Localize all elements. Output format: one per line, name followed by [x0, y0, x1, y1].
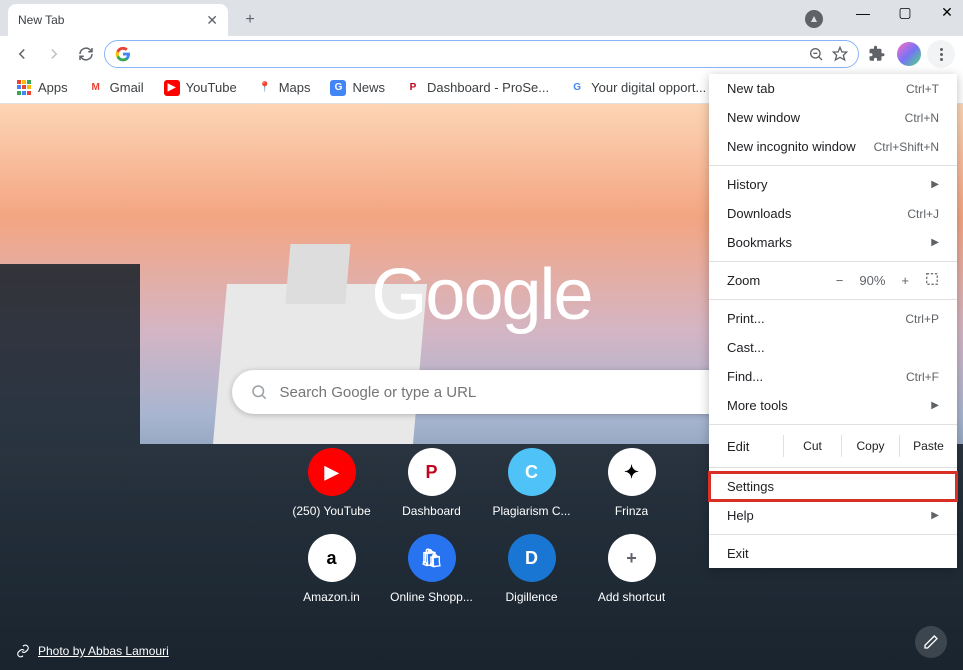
- zoom-in-button[interactable]: +: [901, 273, 909, 288]
- extensions-icon[interactable]: [863, 40, 891, 68]
- shortcut-flipkart[interactable]: 🛍Online Shopp...: [384, 530, 480, 608]
- chevron-right-icon: ▶: [931, 179, 939, 190]
- menu-history[interactable]: History▶: [709, 170, 957, 199]
- shortcut-add[interactable]: +Add shortcut: [584, 530, 680, 608]
- shortcut-plagiarism[interactable]: CPlagiarism C...: [484, 444, 580, 522]
- shortcut-amazon[interactable]: aAmazon.in: [284, 530, 380, 608]
- bookmark-digital[interactable]: GYour digital opport...: [561, 76, 714, 100]
- bookmark-news[interactable]: GNews: [322, 76, 393, 100]
- amazon-shortcut-icon: a: [308, 534, 356, 582]
- minimize-button[interactable]: —: [851, 5, 875, 21]
- google-icon: G: [569, 80, 585, 96]
- bookmark-dashboard[interactable]: PDashboard - ProSe...: [397, 76, 557, 100]
- bookmark-maps[interactable]: 📍Maps: [249, 76, 319, 100]
- apps-label: Apps: [38, 80, 68, 95]
- google-g-icon: [115, 46, 131, 62]
- add-shortcut-icon: +: [608, 534, 656, 582]
- ntp-search-input[interactable]: [280, 384, 714, 401]
- chrome-menu: New tabCtrl+T New windowCtrl+N New incog…: [709, 74, 957, 568]
- gmail-icon: M: [88, 80, 104, 96]
- ntp-shortcuts: ▶(250) YouTube PDashboard CPlagiarism C.…: [284, 444, 680, 608]
- menu-more-tools[interactable]: More tools▶: [709, 391, 957, 420]
- flipkart-shortcut-icon: 🛍: [408, 534, 456, 582]
- back-button[interactable]: [8, 40, 36, 68]
- shortcut-dashboard[interactable]: PDashboard: [384, 444, 480, 522]
- omnibox-input[interactable]: [139, 46, 800, 62]
- apps-button[interactable]: Apps: [8, 76, 76, 100]
- chevron-right-icon: ▶: [931, 510, 939, 521]
- pencil-icon: [923, 634, 939, 650]
- browser-tab[interactable]: New Tab ✕: [8, 4, 228, 36]
- shortcut-frinza[interactable]: ✦Frinza: [584, 444, 680, 522]
- menu-exit[interactable]: Exit: [709, 539, 957, 568]
- plagiarism-shortcut-icon: C: [508, 448, 556, 496]
- new-tab-button[interactable]: +: [236, 6, 264, 34]
- menu-zoom: Zoom − 90% +: [709, 266, 957, 295]
- shortcut-youtube[interactable]: ▶(250) YouTube: [284, 444, 380, 522]
- chrome-menu-button[interactable]: [927, 40, 955, 68]
- bookmark-star-icon[interactable]: [832, 46, 848, 62]
- frinza-shortcut-icon: ✦: [608, 448, 656, 496]
- menu-downloads[interactable]: DownloadsCtrl+J: [709, 199, 957, 228]
- profile-indicator-icon[interactable]: [805, 10, 823, 28]
- menu-edit-row: Edit Cut Copy Paste: [709, 429, 957, 463]
- menu-copy[interactable]: Copy: [841, 435, 899, 457]
- reload-button[interactable]: [72, 40, 100, 68]
- maps-icon: 📍: [257, 80, 273, 96]
- shortcut-digillence[interactable]: DDigillence: [484, 530, 580, 608]
- address-bar[interactable]: [104, 40, 859, 68]
- chevron-right-icon: ▶: [931, 400, 939, 411]
- bookmark-gmail[interactable]: MGmail: [80, 76, 152, 100]
- link-icon: [16, 644, 30, 658]
- menu-new-tab[interactable]: New tabCtrl+T: [709, 74, 957, 103]
- bookmark-youtube[interactable]: ▶YouTube: [156, 76, 245, 100]
- menu-settings[interactable]: Settings: [709, 472, 957, 501]
- photo-credit-link[interactable]: Photo by Abbas Lamouri: [16, 644, 169, 658]
- apps-grid-icon: [16, 80, 32, 96]
- close-window-button[interactable]: ✕: [935, 4, 959, 21]
- window-controls: — ▢ ✕: [851, 4, 959, 21]
- titlebar: New Tab ✕ + — ▢ ✕: [0, 0, 963, 36]
- ntp-search-box[interactable]: [232, 370, 732, 414]
- chevron-right-icon: ▶: [931, 237, 939, 248]
- menu-new-window[interactable]: New windowCtrl+N: [709, 103, 957, 132]
- zoom-level-icon[interactable]: [808, 46, 824, 62]
- zoom-out-button[interactable]: −: [836, 273, 844, 288]
- menu-help[interactable]: Help▶: [709, 501, 957, 530]
- tab-close-icon[interactable]: ✕: [206, 12, 218, 29]
- fullscreen-icon[interactable]: [925, 272, 939, 289]
- menu-print[interactable]: Print...Ctrl+P: [709, 304, 957, 333]
- menu-find[interactable]: Find...Ctrl+F: [709, 362, 957, 391]
- zoom-value: 90%: [859, 273, 885, 288]
- menu-cut[interactable]: Cut: [783, 435, 841, 457]
- menu-bookmarks[interactable]: Bookmarks▶: [709, 228, 957, 257]
- toolbar: [0, 36, 963, 72]
- youtube-shortcut-icon: ▶: [308, 448, 356, 496]
- tab-title: New Tab: [18, 13, 64, 27]
- pinterest-icon: P: [405, 80, 421, 96]
- forward-button[interactable]: [40, 40, 68, 68]
- google-logo: Google: [371, 254, 591, 336]
- youtube-icon: ▶: [164, 80, 180, 96]
- news-icon: G: [330, 80, 346, 96]
- customize-button[interactable]: [915, 626, 947, 658]
- menu-cast[interactable]: Cast...: [709, 333, 957, 362]
- profile-avatar[interactable]: [895, 40, 923, 68]
- pinterest-shortcut-icon: P: [408, 448, 456, 496]
- search-icon: [250, 383, 268, 401]
- maximize-button[interactable]: ▢: [893, 4, 917, 21]
- menu-paste[interactable]: Paste: [899, 435, 957, 457]
- digillence-shortcut-icon: D: [508, 534, 556, 582]
- menu-new-incognito[interactable]: New incognito windowCtrl+Shift+N: [709, 132, 957, 161]
